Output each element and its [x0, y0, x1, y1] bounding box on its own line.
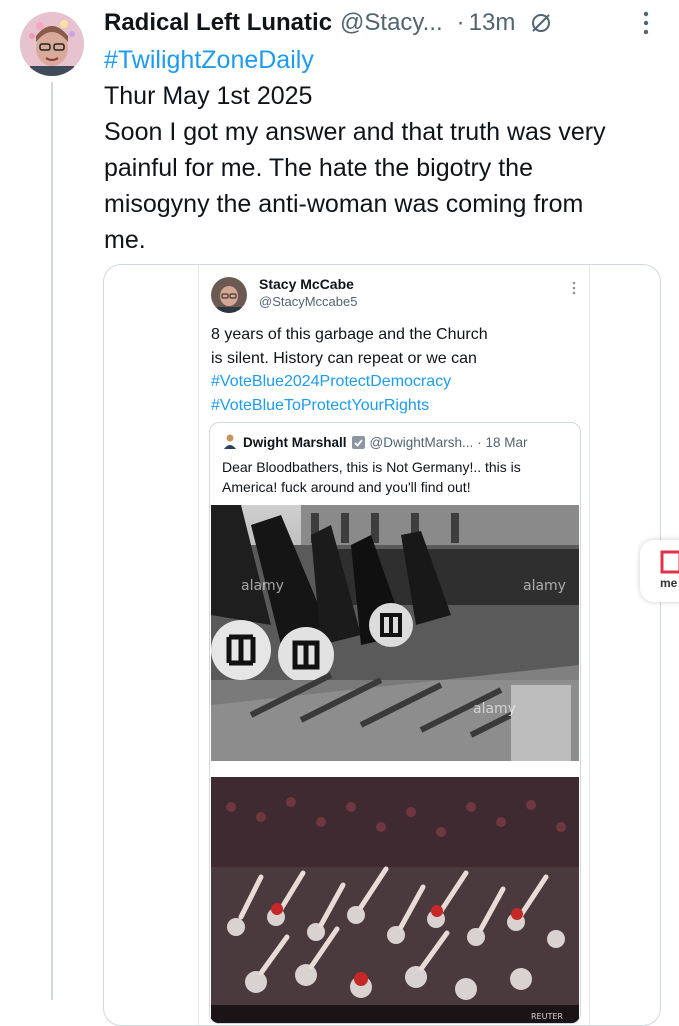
quoted-post: Dwight Marshall @DwightMarsh... · 18 Mar…	[209, 422, 581, 1024]
body-line: Soon I got my answer and that truth was …	[104, 118, 606, 146]
screenshot-author-avatar	[211, 277, 247, 313]
thread-line	[51, 82, 53, 1000]
quoted-post-time: · 18 Mar	[477, 435, 528, 450]
quoted-text-line: Dear Bloodbathers, this is Not Germany!.…	[222, 459, 521, 475]
date-line: Thur May 1st 2025	[104, 82, 313, 110]
body-line: painful for me. The hate the bigotry the	[104, 154, 533, 182]
quoted-post-text: Dear Bloodbathers, this is Not Germany!.…	[222, 457, 572, 497]
post-text-line: 8 years of this garbage and the Church	[211, 326, 488, 343]
author-handle[interactable]: @Stacy...	[340, 9, 443, 37]
quoted-post-header: Dwight Marshall @DwightMarsh... · 18 Mar	[222, 433, 572, 452]
quoted-author-avatar	[222, 433, 238, 452]
tweet-header: Radical Left Lunatic @Stacy... · 13m	[104, 6, 659, 40]
post-text-line: is silent. History can repeat or we can	[211, 349, 477, 367]
screenshot-author-name: Stacy McCabe	[259, 276, 354, 292]
screenshot-post-text: 8 years of this garbage and the Church i…	[211, 323, 571, 417]
historical-rally-photo: alamy alamy alamy	[211, 505, 579, 761]
quoted-text-line: America! fuck around and you'll find out…	[222, 479, 471, 495]
media-card[interactable]: Stacy McCabe @StacyMccabe5 8 years of th…	[103, 264, 661, 1026]
screenshot-author-handle: @StacyMccabe5	[259, 294, 358, 309]
author-avatar[interactable]	[20, 12, 84, 76]
verified-badge-icon	[351, 435, 366, 450]
author-name[interactable]: Radical Left Lunatic	[104, 9, 332, 37]
tweet-body: #TwilightZoneDaily Thur May 1st 2025 Soo…	[104, 42, 664, 258]
quoted-author-name: Dwight Marshall	[243, 435, 347, 450]
side-app-badge[interactable]: me	[640, 540, 679, 602]
time-separator: ·	[456, 9, 465, 36]
post-hashtag: #VoteBlueToProtectYourRights	[211, 396, 430, 414]
photo-credit: REUTER	[531, 1012, 563, 1021]
watermark-text: alamy	[473, 701, 516, 717]
tweet-time[interactable]: 13m	[469, 9, 516, 37]
modern-rally-photo: REUTER	[211, 777, 579, 1023]
sync-off-icon[interactable]	[529, 11, 553, 35]
post-hashtag: #VoteBlue2024ProtectDemocracy	[211, 373, 452, 390]
more-vertical-icon	[571, 281, 577, 300]
watermark-text: alamy	[523, 578, 566, 594]
hashtag-link[interactable]: #TwilightZoneDaily	[104, 42, 664, 78]
watermark-text: alamy	[241, 578, 284, 594]
body-line: misogyny the anti-woman was coming from	[104, 190, 584, 218]
quoted-author-handle: @DwightMarsh...	[369, 435, 474, 450]
screenshot-image: Stacy McCabe @StacyMccabe5 8 years of th…	[198, 265, 590, 1025]
more-vertical-icon[interactable]	[641, 10, 651, 41]
body-line: me.	[104, 226, 146, 254]
side-badge-label: me	[660, 576, 678, 590]
